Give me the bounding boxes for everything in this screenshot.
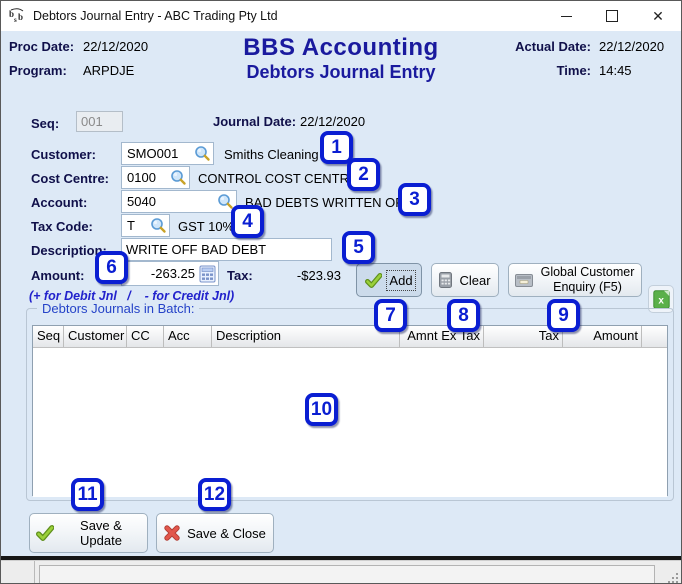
maximize-icon bbox=[606, 10, 618, 22]
close-icon: ✕ bbox=[652, 8, 664, 24]
excel-icon: x bbox=[652, 289, 670, 309]
account-input[interactable] bbox=[122, 194, 217, 209]
column-header-acc[interactable]: Acc bbox=[164, 326, 212, 347]
clear-button-label: Clear bbox=[459, 272, 491, 288]
customer-label: Customer: bbox=[31, 147, 97, 162]
cost-centre-field bbox=[121, 166, 190, 189]
bsb-logo-icon: b s b bbox=[9, 8, 26, 25]
green-check-icon bbox=[36, 525, 54, 541]
tax-code-display-name: GST 10% bbox=[178, 219, 235, 234]
cost-centre-input[interactable] bbox=[122, 170, 170, 185]
tax-code-label: Tax Code: bbox=[31, 219, 93, 234]
tax-code-input[interactable] bbox=[122, 218, 150, 233]
svg-text:b: b bbox=[18, 12, 23, 22]
statusbar-divider bbox=[34, 561, 35, 583]
statusbar-panel bbox=[39, 565, 655, 583]
minimize-button[interactable] bbox=[543, 1, 589, 31]
callout-1: 1 bbox=[320, 131, 353, 164]
clear-button[interactable]: Clear bbox=[431, 263, 499, 297]
callout-7: 7 bbox=[374, 299, 407, 332]
callout-6: 6 bbox=[95, 251, 128, 284]
add-button-label: Add bbox=[386, 269, 416, 291]
tax-code-field bbox=[121, 214, 170, 237]
window-title: Debtors Journal Entry - ABC Trading Pty … bbox=[33, 9, 278, 23]
column-header-seq[interactable]: Seq bbox=[33, 326, 64, 347]
minimize-icon bbox=[560, 15, 572, 17]
save-update-label: Save & Update bbox=[80, 518, 122, 548]
save-close-label: Save & Close bbox=[187, 525, 266, 541]
tax-label: Tax: bbox=[227, 268, 253, 283]
save-close-button[interactable]: Save & Close bbox=[156, 513, 274, 553]
callout-8: 8 bbox=[447, 299, 480, 332]
actual-date-value: 22/12/2020 bbox=[599, 39, 665, 54]
program-label: Program: bbox=[9, 63, 67, 78]
drawer-icon bbox=[515, 273, 533, 287]
description-input[interactable] bbox=[121, 238, 332, 261]
journal-date-value: 22/12/2020 bbox=[300, 114, 366, 129]
customer-field bbox=[121, 142, 214, 165]
resize-grip[interactable] bbox=[666, 571, 678, 583]
batch-group-label: Debtors Journals in Batch: bbox=[37, 301, 200, 316]
column-header-filler bbox=[642, 326, 667, 347]
red-cross-icon bbox=[164, 525, 180, 541]
batch-table-body bbox=[33, 348, 667, 497]
save-update-button[interactable]: Save & Update bbox=[29, 513, 148, 553]
customer-input[interactable] bbox=[122, 146, 194, 161]
tax-code-lookup-magnifier-icon[interactable] bbox=[150, 217, 167, 234]
proc-date-value: 22/12/2020 bbox=[83, 39, 149, 54]
callout-11: 11 bbox=[71, 478, 104, 511]
account-field bbox=[121, 190, 237, 213]
header-band: BBS Accounting Debtors Journal Entry Pro… bbox=[1, 31, 681, 91]
callout-4: 4 bbox=[231, 205, 264, 238]
cost-centre-lookup-magnifier-icon[interactable] bbox=[170, 169, 187, 186]
callout-10: 10 bbox=[305, 393, 338, 426]
time-value: 14:45 bbox=[599, 63, 632, 78]
close-button[interactable]: ✕ bbox=[635, 1, 681, 31]
app-window: b s b Debtors Journal Entry - ABC Tradin… bbox=[0, 0, 682, 584]
amount-input[interactable] bbox=[122, 266, 199, 281]
amount-label: Amount: bbox=[31, 268, 85, 283]
account-label: Account: bbox=[31, 195, 88, 210]
time-label: Time: bbox=[556, 63, 591, 78]
journal-date-label: Journal Date: bbox=[213, 114, 297, 129]
program-value: ARPDJE bbox=[83, 63, 135, 78]
column-header-description[interactable]: Description bbox=[212, 326, 400, 347]
titlebar: b s b Debtors Journal Entry - ABC Tradin… bbox=[1, 1, 681, 31]
green-check-icon bbox=[365, 272, 383, 288]
batch-table: Seq Customer CC Acc Description Amnt Ex … bbox=[32, 325, 668, 497]
callout-9: 9 bbox=[547, 299, 580, 332]
status-bar bbox=[1, 560, 681, 583]
svg-text:x: x bbox=[658, 295, 664, 306]
callout-12: 12 bbox=[198, 478, 231, 511]
callout-5: 5 bbox=[342, 231, 375, 264]
callout-3: 3 bbox=[398, 183, 431, 216]
column-header-customer[interactable]: Customer bbox=[64, 326, 127, 347]
maximize-button[interactable] bbox=[589, 1, 635, 31]
actual-date-label: Actual Date: bbox=[515, 39, 591, 54]
cost-centre-display-name: CONTROL COST CENTRE bbox=[198, 171, 358, 186]
add-button[interactable]: Add bbox=[356, 263, 422, 297]
seq-input[interactable] bbox=[76, 111, 123, 132]
seq-label: Seq: bbox=[31, 116, 60, 131]
svg-text:s: s bbox=[14, 16, 17, 24]
cost-centre-label: Cost Centre: bbox=[31, 171, 110, 186]
callout-2: 2 bbox=[347, 158, 380, 191]
proc-date-label: Proc Date: bbox=[9, 39, 75, 54]
customer-lookup-magnifier-icon[interactable] bbox=[194, 145, 211, 162]
column-header-cc[interactable]: CC bbox=[127, 326, 164, 347]
amount-field bbox=[121, 261, 219, 286]
global-enquiry-label: Global Customer Enquiry (F5) bbox=[540, 265, 635, 294]
global-customer-enquiry-button[interactable]: Global Customer Enquiry (F5) bbox=[508, 263, 642, 297]
clear-calculator-icon bbox=[439, 272, 453, 288]
calculator-icon[interactable] bbox=[199, 265, 216, 283]
account-display-name: BAD DEBTS WRITTEN OFF bbox=[245, 195, 412, 210]
customer-display-name: Smiths Cleaning bbox=[224, 147, 319, 162]
tax-value: -$23.93 bbox=[296, 268, 341, 283]
